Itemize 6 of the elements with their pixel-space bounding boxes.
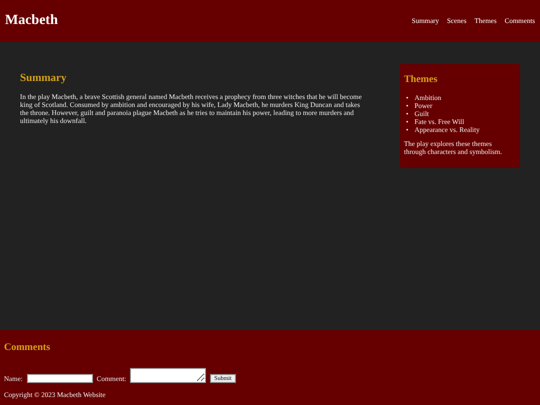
themes-heading: Themes: [404, 74, 438, 86]
summary-heading: Summary: [20, 72, 68, 86]
site-title: Macbeth: [5, 12, 58, 30]
name-input-field[interactable]: [26, 374, 93, 383]
comments-heading: Comments: [4, 342, 52, 354]
comment-input-field[interactable]: [130, 368, 206, 383]
